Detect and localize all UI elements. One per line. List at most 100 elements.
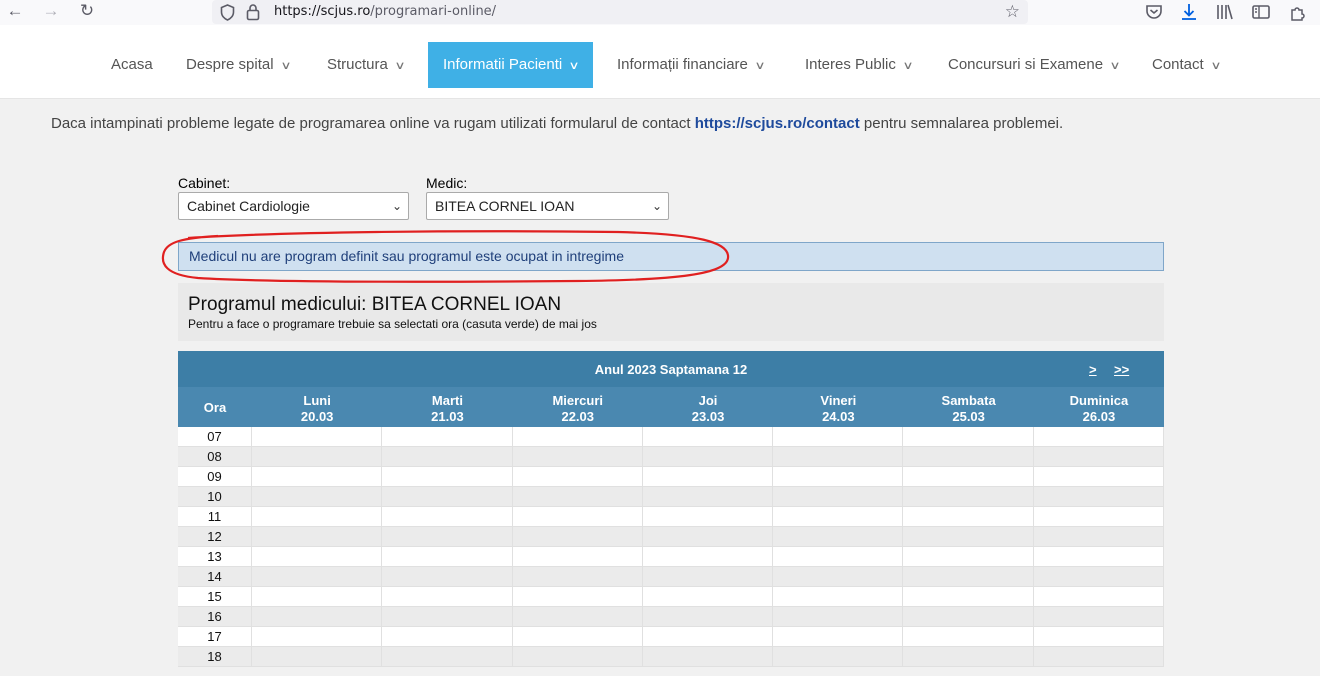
day-name: Miercuri xyxy=(552,393,604,408)
schedule-title: Programul medicului: BITEA CORNEL IOAN xyxy=(188,294,562,315)
time-slot-cell xyxy=(512,467,643,487)
time-slot-cell xyxy=(512,607,643,627)
contact-link[interactable]: https://scjus.ro/contact xyxy=(695,115,860,132)
time-slot-cell xyxy=(382,567,513,587)
reload-icon[interactable]: ↻ xyxy=(76,1,98,23)
url-text[interactable]: https://scjus.ro/programari-online/ xyxy=(274,4,496,19)
lock-icon[interactable] xyxy=(246,3,260,21)
day-date: 26.03 xyxy=(1082,409,1116,424)
time-slot-cell xyxy=(512,587,643,607)
hour-row: 07 xyxy=(178,427,1165,447)
menu-item-acasa[interactable]: Acasa xyxy=(111,42,153,88)
time-slot-cell xyxy=(252,487,383,507)
time-slot-cell xyxy=(382,647,513,667)
time-slot-cell xyxy=(382,587,513,607)
tracking-shield-icon[interactable] xyxy=(220,4,235,21)
day-name: Marti xyxy=(431,393,463,408)
hour-cell: 12 xyxy=(178,527,252,547)
time-slot-cell xyxy=(512,547,643,567)
menu-item-interes-public[interactable]: Interes Public ∨ xyxy=(805,42,914,88)
time-slot-cell xyxy=(642,507,774,527)
day-name: Vineri xyxy=(820,393,857,408)
address-bar[interactable]: https://scjus.ro/programari-online/ ☆ xyxy=(212,0,1028,24)
menu-item-despre-spital[interactable]: Despre spital ∨ xyxy=(186,42,291,88)
time-slot-cell xyxy=(252,467,383,487)
skip-weeks-link[interactable]: >> xyxy=(1114,362,1129,377)
time-slot-cell xyxy=(903,547,1034,567)
chevron-down-icon: ⌄ xyxy=(391,199,402,213)
time-slot-cell xyxy=(773,647,904,667)
notice-text: Daca intampinati probleme legate de prog… xyxy=(51,115,695,132)
time-slot-cell xyxy=(773,427,904,447)
day-column-header: Marti 21.03 xyxy=(382,387,512,427)
menu-item-informatii-financiare[interactable]: Informații financiare ∨ xyxy=(617,42,766,88)
cabinet-select[interactable]: Cabinet Cardiologie ⌄ xyxy=(178,192,409,220)
menu-item-concursuri-si-examene[interactable]: Concursuri si Examene ∨ xyxy=(948,42,1121,88)
red-annotation-circle xyxy=(161,230,730,283)
time-slot-cell xyxy=(773,547,904,567)
time-slot-cell xyxy=(903,527,1034,547)
hour-row: 11 xyxy=(178,507,1165,527)
time-slot-cell xyxy=(382,467,513,487)
doctor-schedule-header: Programul medicului: BITEA CORNEL IOAN P… xyxy=(178,283,1164,341)
time-slot-cell xyxy=(903,467,1034,487)
menu-item-contact[interactable]: Contact ∨ xyxy=(1152,42,1221,88)
hour-cell: 16 xyxy=(178,607,252,627)
time-slot-cell xyxy=(642,547,774,567)
time-slot-cell xyxy=(903,627,1034,647)
time-slot-cell xyxy=(512,567,643,587)
notice-text-end: pentru semnalarea problemei. xyxy=(859,115,1064,132)
time-slot-cell xyxy=(1033,507,1165,527)
schedule-instructions: Pentru a face o programare trebuie sa se… xyxy=(188,317,597,331)
site-header: Acasa Despre spital ∨ Structura ∨ Informat… xyxy=(0,25,1320,99)
day-column-header: Vineri 24.03 xyxy=(773,387,903,427)
hour-row: 14 xyxy=(178,567,1165,587)
day-date: 20.03 xyxy=(300,409,334,424)
time-slot-cell xyxy=(252,607,383,627)
time-slot-cell xyxy=(1033,567,1165,587)
hour-row: 17 xyxy=(178,627,1165,647)
time-slot-cell xyxy=(642,447,774,467)
contact-notice: Daca intampinati probleme legate de prog… xyxy=(51,115,1063,132)
time-slot-cell xyxy=(252,547,383,567)
hour-row: 13 xyxy=(178,547,1165,567)
time-slot-cell xyxy=(252,507,383,527)
time-slot-cell xyxy=(773,467,904,487)
next-week-link[interactable]: > xyxy=(1089,362,1097,377)
hour-row: 10 xyxy=(178,487,1165,507)
sidebar-icon[interactable] xyxy=(1251,2,1271,22)
chevron-down-icon: ∨ xyxy=(1109,60,1121,72)
hour-cell: 14 xyxy=(178,567,252,587)
menu-item-informatii-pacienti[interactable]: Informatii Pacienti ∨ xyxy=(428,42,594,88)
day-name: Joi xyxy=(698,393,718,408)
day-name: Luni xyxy=(303,393,331,408)
time-slot-cell xyxy=(903,447,1034,467)
menu-item-structura[interactable]: Structura ∨ xyxy=(327,42,406,88)
forward-arrow-icon[interactable]: → xyxy=(40,1,62,23)
browser-toolbar: ← → ↻ https://scjus.ro/programari-online… xyxy=(0,0,1320,25)
cabinet-label: Cabinet: xyxy=(178,175,231,191)
time-slot-cell xyxy=(903,427,1034,447)
back-arrow-icon[interactable]: ← xyxy=(4,1,26,23)
time-slot-cell xyxy=(642,427,774,447)
day-column-header: Luni 20.03 xyxy=(252,387,382,427)
time-slot-cell xyxy=(773,627,904,647)
day-name: Duminica xyxy=(1069,393,1129,408)
time-slot-cell xyxy=(512,427,643,447)
time-slot-cell xyxy=(382,607,513,627)
hour-cell: 13 xyxy=(178,547,252,567)
extensions-icon[interactable] xyxy=(1288,2,1308,22)
downloads-icon[interactable] xyxy=(1179,2,1199,22)
ora-column-header: Ora xyxy=(203,400,227,415)
time-slot-cell xyxy=(903,607,1034,627)
day-column-header: Duminica 26.03 xyxy=(1034,387,1164,427)
time-slot-cell xyxy=(382,547,513,567)
library-icon[interactable] xyxy=(1215,2,1235,22)
medic-select[interactable]: BITEA CORNEL IOAN ⌄ xyxy=(426,192,669,220)
time-slot-cell xyxy=(642,527,774,547)
time-slot-cell xyxy=(1033,627,1165,647)
pocket-icon[interactable] xyxy=(1144,2,1164,22)
chevron-down-icon: ∨ xyxy=(394,60,406,72)
bookmark-star-icon[interactable]: ☆ xyxy=(1005,2,1020,22)
hour-cell: 18 xyxy=(178,647,252,667)
